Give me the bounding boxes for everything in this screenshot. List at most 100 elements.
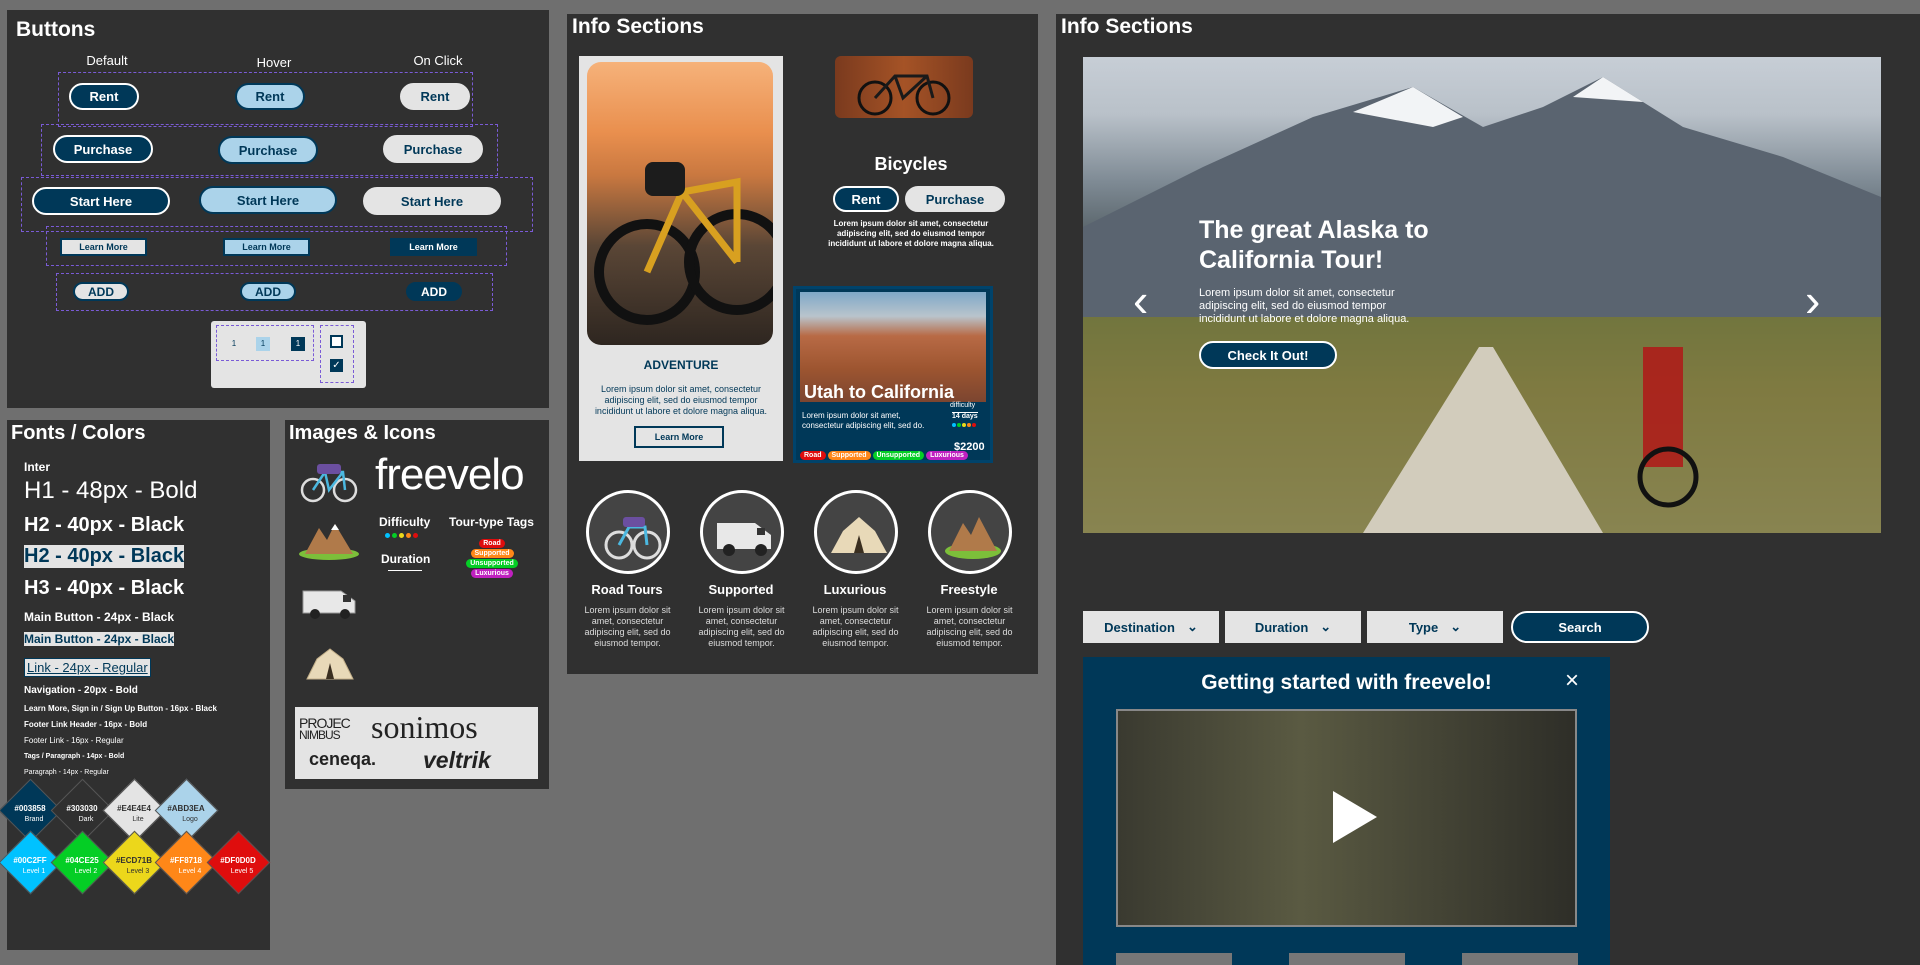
- checkbox-checked[interactable]: ✓: [330, 359, 343, 372]
- h3-sample: H3 - 40px - Black: [24, 577, 185, 599]
- difficulty-dots: [952, 423, 976, 427]
- rent-button-click[interactable]: Rent: [400, 83, 470, 110]
- page-1[interactable]: 1: [227, 337, 241, 351]
- thumbnail-3[interactable]: [1462, 953, 1578, 965]
- category-title: Road Tours: [591, 582, 663, 597]
- type-dropdown[interactable]: Type ⌄: [1367, 611, 1503, 643]
- adventure-learn-button[interactable]: Learn More: [634, 426, 724, 448]
- page-1-active[interactable]: 1: [291, 337, 305, 351]
- swatch-label: Dark: [78, 816, 94, 823]
- play-icon[interactable]: [1333, 791, 1377, 843]
- purchase-button-hover[interactable]: Purchase: [218, 136, 318, 164]
- swatch-label: Level 2: [74, 868, 98, 875]
- supported-image[interactable]: [700, 490, 784, 574]
- freevelo-logo: freevelo: [375, 450, 525, 499]
- thumbnail-2[interactable]: [1289, 953, 1405, 965]
- tent-icon: [306, 648, 354, 680]
- video-player[interactable]: [1116, 709, 1577, 927]
- nimbus-logo: NIMBUS: [299, 728, 341, 742]
- page-1-hover[interactable]: 1: [256, 337, 270, 351]
- start-button-hover[interactable]: Start Here: [199, 186, 337, 214]
- hero-carousel: The great Alaska to California Tour! Lor…: [1083, 57, 1881, 533]
- category-text: Lorem ipsum dolor sit amet, consectetur …: [584, 605, 671, 648]
- h2-sample-highlight: H2 - 40px - Black: [24, 545, 185, 568]
- thumbnail-1[interactable]: [1116, 953, 1232, 965]
- carousel-prev-icon[interactable]: ‹: [1133, 273, 1148, 327]
- rent-button-hover[interactable]: Rent: [235, 83, 305, 110]
- video-modal: Getting started with freevelo! ×: [1083, 657, 1610, 965]
- chevron-down-icon: ⌄: [1450, 619, 1462, 634]
- nav-sample: Navigation - 20px - Bold: [24, 685, 138, 696]
- swatch-label: Level 1: [22, 868, 46, 875]
- hero-text: Lorem ipsum dolor sit amet, consectetur …: [1199, 287, 1410, 325]
- learn-button-click[interactable]: Learn More: [390, 238, 477, 256]
- difficulty-label: Difficulty: [379, 515, 431, 529]
- van-icon: [302, 590, 356, 619]
- freestyle-image[interactable]: [928, 490, 1012, 574]
- swatch-label: Lite: [132, 816, 144, 823]
- chevron-down-icon: ⌄: [1186, 619, 1198, 634]
- adventure-card: ADVENTURE Lorem ipsum dolor sit amet, co…: [579, 56, 783, 461]
- carousel-next-icon[interactable]: ›: [1805, 273, 1820, 327]
- bicycles-purchase-button[interactable]: Purchase: [905, 186, 1005, 212]
- sonimos-logo: sonimos: [371, 709, 478, 745]
- adventure-title: ADVENTURE: [643, 358, 719, 372]
- tag-supported: Supported: [827, 451, 871, 460]
- category-text: Lorem ipsum dolor sit amet, consectetur …: [698, 605, 785, 648]
- add-button-hover[interactable]: ADD: [240, 282, 296, 301]
- add-button-default[interactable]: ADD: [73, 282, 129, 301]
- rent-button-default[interactable]: Rent: [69, 83, 139, 110]
- road-tours-image[interactable]: [586, 490, 670, 574]
- adventure-text: Lorem ipsum dolor sit amet, consectetur …: [594, 384, 768, 416]
- fonts-colors-panel: Fonts / Colors Inter H1 - 48px - Bold H2…: [0, 420, 271, 950]
- col-hover: Hover: [256, 55, 292, 70]
- footer-header-sample: Footer Link Header - 16px - Bold: [24, 720, 148, 729]
- bicycle-graphic: [857, 74, 951, 116]
- swatch-label: Brand: [24, 816, 44, 823]
- main-button-sample: Main Button - 24px - Black: [24, 610, 175, 624]
- utah-text: Lorem ipsum dolor sit amet, consectetur …: [802, 411, 925, 430]
- category-title: Luxurious: [823, 582, 887, 597]
- destination-dropdown[interactable]: Destination ⌄: [1083, 611, 1219, 643]
- utah-image: Utah to California: [800, 292, 986, 402]
- bicycles-card: Bicycles Rent Purchase Lorem ipsum dolor…: [791, 56, 1031, 248]
- start-button-default[interactable]: Start Here: [32, 187, 170, 215]
- category-text: Lorem ipsum dolor sit amet, consectetur …: [926, 605, 1013, 648]
- swatch-hex: #ABD3EA: [167, 804, 205, 813]
- modal-title: Getting started with freevelo!: [1201, 671, 1492, 694]
- check-it-out-button[interactable]: Check It Out!: [1199, 341, 1337, 369]
- buttons-panel: Buttons Default Hover On Click Rent Rent…: [7, 10, 549, 408]
- utah-card: Utah to California Lorem ipsum dolor sit…: [793, 286, 993, 463]
- purchase-button-click[interactable]: Purchase: [383, 135, 483, 163]
- swatch-label: Level 3: [126, 868, 150, 875]
- add-button-click[interactable]: ADD: [406, 282, 462, 301]
- learn-button-hover[interactable]: Learn More: [223, 238, 310, 256]
- tag-supported: Supported: [470, 549, 514, 558]
- duration-dropdown[interactable]: Duration ⌄: [1225, 611, 1361, 643]
- checkbox-unchecked[interactable]: [330, 335, 343, 348]
- learn-button-default[interactable]: Learn More: [60, 238, 147, 256]
- swatch-label: Level 5: [230, 868, 254, 875]
- start-button-click[interactable]: Start Here: [363, 187, 501, 215]
- hero-title: The great Alaska to California Tour!: [1199, 216, 1429, 274]
- bicycles-text: Lorem ipsum dolor sit amet, consectetur …: [828, 219, 994, 248]
- search-button[interactable]: Search: [1511, 611, 1649, 643]
- ceneqa-logo: ceneqa.: [309, 749, 377, 769]
- tag-road: Road: [479, 539, 505, 548]
- utah-tags: Road Supported Unsupported Luxurious: [800, 444, 970, 462]
- info-sections-right-panel: Info Sections The great Alaska to Califo…: [1056, 14, 1920, 965]
- bicycles-rent-button[interactable]: Rent: [833, 186, 899, 212]
- purchase-button-default[interactable]: Purchase: [53, 135, 153, 163]
- col-click: On Click: [413, 53, 463, 68]
- link-sample: Link - 24px - Regular: [24, 658, 151, 677]
- adventure-image: [587, 62, 773, 345]
- days-label: 14 days: [952, 412, 978, 420]
- bicycles-title: Bicycles: [874, 154, 948, 174]
- utah-title: Utah to California: [804, 382, 955, 402]
- paragraph-sample: Paragraph - 14px - Regular: [24, 769, 109, 776]
- panel-title: Info Sections: [572, 15, 704, 38]
- luxurious-image[interactable]: [814, 490, 898, 574]
- close-icon[interactable]: ×: [1565, 667, 1579, 695]
- duration-line: [388, 570, 422, 571]
- tags-sample: Tags / Paragraph - 14px - Bold: [24, 753, 125, 760]
